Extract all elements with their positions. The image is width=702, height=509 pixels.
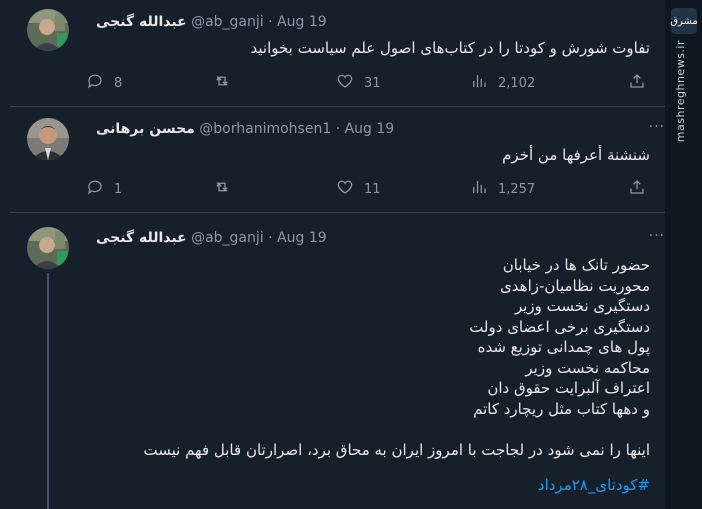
views-icon xyxy=(470,178,488,200)
user-handle[interactable]: @ab_ganji xyxy=(191,14,264,30)
like-button[interactable]: 11 xyxy=(336,178,381,200)
display-name[interactable]: عبدالله گنجی xyxy=(96,14,187,30)
tweet-date[interactable]: Aug 19 xyxy=(277,14,327,30)
tweet-3[interactable]: ··· عبدالله گنجی @ab_ganji · Aug 19 حضور… xyxy=(10,213,665,509)
views-count: 2,102 xyxy=(498,75,536,91)
user-handle[interactable]: @borhanimohsen1 xyxy=(199,121,331,137)
page: عبدالله گنجی @ab_ganji · Aug 19 تفاوت شو… xyxy=(0,0,702,509)
tweet-header: عبدالله گنجی @ab_ganji · Aug 19 xyxy=(96,230,327,246)
views-icon xyxy=(470,72,488,94)
tweet-date[interactable]: Aug 19 xyxy=(345,121,395,137)
views-count: 1,257 xyxy=(498,181,536,197)
like-button[interactable]: 31 xyxy=(336,72,381,94)
hashtag-link[interactable]: #کودتای_۲۸مرداد xyxy=(538,475,650,496)
reply-button[interactable]: 8 xyxy=(86,72,122,94)
tweet-actions: 8 31 2,102 xyxy=(86,72,656,96)
reply-count: 8 xyxy=(114,75,123,91)
more-icon[interactable]: ··· xyxy=(649,119,665,135)
tweet-1[interactable]: عبدالله گنجی @ab_ganji · Aug 19 تفاوت شو… xyxy=(10,0,665,104)
tweet-text: حضور تانک ها در خیابان محوریت نظامیان-زا… xyxy=(143,256,650,459)
views-button[interactable]: 1,257 xyxy=(470,178,535,200)
watermark-text: mashreghnews.ir xyxy=(674,40,687,143)
reply-count: 1 xyxy=(114,181,123,197)
tweet-actions: 1 11 1,257 xyxy=(86,178,656,202)
retweet-icon xyxy=(213,178,231,200)
retweet-button[interactable] xyxy=(213,178,241,200)
share-icon xyxy=(628,72,646,94)
share-icon xyxy=(628,178,646,200)
user-handle[interactable]: @ab_ganji xyxy=(191,230,264,246)
retweet-icon xyxy=(213,72,231,94)
more-icon[interactable]: ··· xyxy=(649,228,665,244)
reply-button[interactable]: 1 xyxy=(86,178,122,200)
tweet-date[interactable]: Aug 19 xyxy=(277,230,327,246)
like-icon xyxy=(336,178,354,200)
tweet-header: عبدالله گنجی @ab_ganji · Aug 19 xyxy=(96,14,327,30)
tweet-header: محسن برهانی @borhanimohsen1 · Aug 19 xyxy=(96,121,395,137)
reply-icon xyxy=(86,178,104,200)
tweet-2[interactable]: ··· محسن برهانی @borhanimohsen1 · Aug 19… xyxy=(10,107,665,211)
like-count: 11 xyxy=(364,181,381,197)
reply-icon xyxy=(86,72,104,94)
share-button[interactable] xyxy=(628,178,646,200)
avatar[interactable] xyxy=(27,227,69,269)
like-icon xyxy=(336,72,354,94)
avatar[interactable] xyxy=(27,118,69,160)
like-count: 31 xyxy=(364,75,381,91)
thread-line xyxy=(47,273,49,509)
tweet-text: شنشنة أعرفها من أخزم xyxy=(502,146,650,164)
watermark: مشرق mashreghnews.ir xyxy=(665,0,702,509)
watermark-logo: مشرق xyxy=(670,8,698,34)
display-name[interactable]: محسن برهانی xyxy=(96,121,195,137)
display-name[interactable]: عبدالله گنجی xyxy=(96,230,187,246)
tweet-text: تفاوت شورش و کودتا را در کتاب‌های اصول ع… xyxy=(250,39,651,57)
views-button[interactable]: 2,102 xyxy=(470,72,535,94)
share-button[interactable] xyxy=(628,72,646,94)
avatar[interactable] xyxy=(27,9,69,51)
retweet-button[interactable] xyxy=(213,72,241,94)
